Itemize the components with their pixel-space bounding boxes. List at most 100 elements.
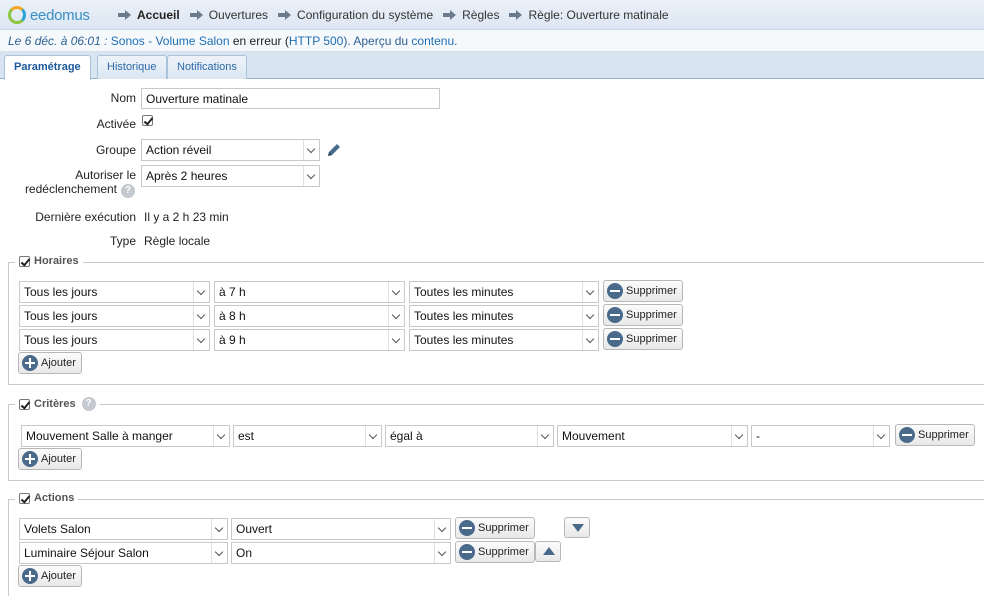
active-checkbox[interactable] [142, 115, 153, 126]
chevron-down-icon [303, 140, 319, 160]
chevron-down-icon [873, 426, 889, 446]
schedule-hour-select[interactable]: à 8 h [214, 305, 405, 327]
criteria-operator-select[interactable]: est [233, 425, 382, 447]
criteria-device-select[interactable]: Mouvement Salle à manger [21, 425, 230, 447]
tab-parametrage[interactable]: Paramétrage [4, 55, 91, 80]
notification-date: Le 6 déc. à 06:01 : [8, 34, 108, 48]
minus-circle-icon [607, 307, 623, 323]
notification-suffix: ). Aperçu du [343, 34, 409, 48]
chevron-down-icon [537, 426, 553, 446]
schedule-day-select[interactable]: Tous les jours [19, 281, 210, 303]
arrow-right-icon [278, 10, 292, 20]
eedomus-logo[interactable]: eedomus [8, 5, 90, 25]
criteria-value-select[interactable]: Mouvement [557, 425, 748, 447]
action-value-select[interactable]: Ouvert [231, 518, 451, 540]
chevron-down-icon [303, 166, 319, 186]
minus-circle-icon [607, 283, 623, 299]
breadcrumb: Accueil Ouvertures Configuration du syst… [118, 0, 679, 30]
retrigger-label-line2: redéclenchement [24, 182, 117, 196]
tab-bar: Paramétrage Historique Notifications [0, 52, 984, 80]
notification-device-link[interactable]: Sonos - Volume Salon [111, 34, 230, 48]
pencil-icon[interactable] [325, 141, 343, 159]
schedule-delete-button[interactable]: Supprimer [603, 280, 683, 302]
breadcrumb-item-regles[interactable]: Règles [443, 8, 499, 22]
breadcrumb-item-accueil[interactable]: Accueil [118, 8, 180, 22]
plus-circle-icon [22, 355, 38, 371]
question-icon[interactable]: ? [121, 184, 135, 198]
schedule-hour-select[interactable]: à 7 h [214, 281, 405, 303]
action-delete-button[interactable]: Supprimer [455, 517, 535, 539]
action-device-select[interactable]: Volets Salon [19, 518, 228, 540]
chevron-down-icon [434, 543, 450, 563]
chevron-down-icon [193, 306, 209, 326]
chevron-down-icon [213, 426, 229, 446]
last-execution-value: Il y a 2 h 23 min [144, 210, 229, 224]
chevron-down-icon [193, 282, 209, 302]
schedule-delete-button[interactable]: Supprimer [603, 304, 683, 326]
actions-legend[interactable]: Actions [15, 492, 79, 504]
criteria-add-button[interactable]: Ajouter [18, 448, 82, 470]
arrow-up-icon [543, 547, 555, 555]
type-label: Type [109, 234, 136, 248]
minus-circle-icon [459, 520, 475, 536]
chevron-down-icon [388, 282, 404, 302]
name-input[interactable] [141, 88, 440, 109]
minus-circle-icon [899, 427, 915, 443]
arrow-right-icon [443, 10, 457, 20]
arrow-right-icon [118, 10, 132, 20]
criteria-delete-button[interactable]: Supprimer [895, 424, 975, 446]
breadcrumb-item-ouvertures[interactable]: Ouvertures [189, 8, 268, 22]
schedule-delete-button[interactable]: Supprimer [603, 328, 683, 350]
action-value-select[interactable]: On [231, 542, 451, 564]
logo-ring-icon [8, 6, 26, 24]
chevron-down-icon [365, 426, 381, 446]
chevron-down-icon [211, 519, 227, 539]
notification-end: . [454, 34, 458, 48]
last-execution-label: Dernière exécution [35, 210, 136, 224]
schedule-day-select[interactable]: Tous les jours [19, 329, 210, 351]
chevron-down-icon [582, 330, 598, 350]
criteria-extra-select[interactable]: - [751, 425, 890, 447]
schedule-minute-select[interactable]: Toutes les minutes [409, 281, 599, 303]
horaires-legend[interactable]: Horaires [15, 255, 83, 267]
retrigger-select[interactable]: Après 2 heures [141, 165, 320, 187]
retrigger-label-line1: Autoriser le [75, 168, 136, 182]
action-delete-button[interactable]: Supprimer [455, 541, 535, 563]
notification-content-link[interactable]: contenu [411, 34, 454, 48]
type-value: Règle locale [144, 234, 211, 248]
schedule-minute-select[interactable]: Toutes les minutes [409, 329, 599, 351]
chevron-down-icon [582, 282, 598, 302]
minus-circle-icon [607, 331, 623, 347]
action-device-select[interactable]: Luminaire Séjour Salon [19, 542, 228, 564]
chevron-down-icon [731, 426, 747, 446]
tab-notifications[interactable]: Notifications [167, 55, 247, 79]
question-icon[interactable]: ? [81, 397, 96, 411]
horaires-checkbox[interactable] [19, 255, 30, 267]
action-add-button[interactable]: Ajouter [18, 565, 82, 587]
chevron-down-icon [388, 330, 404, 350]
arrow-down-icon [572, 524, 584, 532]
breadcrumb-item-current-rule: Règle: Ouverture matinale [509, 8, 669, 22]
plus-circle-icon [22, 568, 38, 584]
group-label: Groupe [95, 143, 136, 157]
criteria-comparison-select[interactable]: égal à [385, 425, 554, 447]
logo-text: eedomus [30, 6, 90, 24]
move-down-button[interactable] [564, 517, 590, 538]
arrow-right-icon [509, 10, 523, 20]
notification-error-link[interactable]: HTTP 500 [289, 34, 343, 48]
schedule-add-button[interactable]: Ajouter [18, 352, 82, 374]
breadcrumb-item-configuration[interactable]: Configuration du système [278, 8, 433, 22]
name-label: Nom [110, 91, 136, 105]
move-up-button[interactable] [535, 541, 561, 562]
criteres-checkbox[interactable] [19, 398, 30, 410]
plus-circle-icon [22, 451, 38, 467]
actions-checkbox[interactable] [19, 492, 30, 504]
criteres-legend[interactable]: Critères ? [15, 397, 100, 411]
schedule-hour-select[interactable]: à 9 h [214, 329, 405, 351]
schedule-day-select[interactable]: Tous les jours [19, 305, 210, 327]
chevron-down-icon [388, 306, 404, 326]
tab-historique[interactable]: Historique [97, 55, 167, 79]
minus-circle-icon [459, 544, 475, 560]
group-select[interactable]: Action réveil [141, 139, 320, 161]
schedule-minute-select[interactable]: Toutes les minutes [409, 305, 599, 327]
